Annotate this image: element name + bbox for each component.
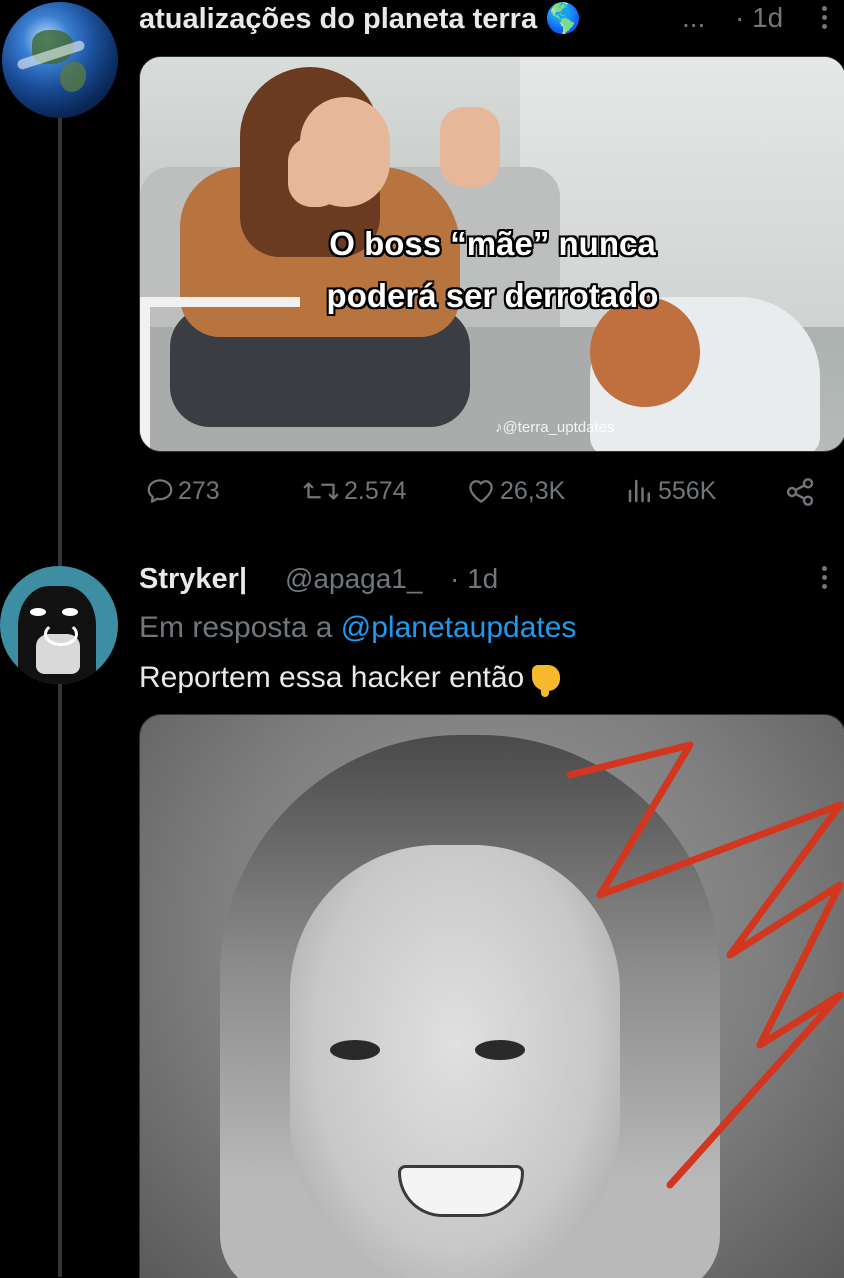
media-side-table	[140, 297, 300, 451]
tweet2-body: Reportem essa hacker então	[139, 661, 525, 694]
repost-count: 2.574	[344, 476, 407, 505]
views-icon	[628, 479, 650, 503]
reply-button[interactable]: 273	[145, 476, 220, 506]
thread-connector-line	[58, 118, 62, 1277]
tweet1-time[interactable]: · 1d	[735, 2, 783, 34]
media-woman-hand	[288, 137, 342, 207]
tweet2-handle[interactable]: @apaga1_	[285, 563, 422, 595]
tweet2-media-image[interactable]	[139, 714, 844, 1278]
tiktok-icon: ♪	[495, 419, 503, 436]
tweet1-truncation: ...	[682, 2, 706, 33]
media-watermark: ♪@terra_uptdates	[495, 419, 614, 436]
share-button[interactable]	[783, 476, 817, 508]
more-icon[interactable]	[822, 566, 828, 593]
tweet2-time[interactable]: · 1d	[450, 563, 498, 595]
avatar-earth-land-2	[60, 62, 86, 92]
repost-icon	[303, 482, 339, 500]
views-button[interactable]: 556K	[625, 476, 716, 506]
like-icon	[469, 480, 493, 503]
more-icon[interactable]	[822, 6, 828, 33]
red-scribble	[566, 741, 844, 1189]
tweet2-author-name[interactable]: Stryker|	[139, 563, 247, 596]
reply-context: Em resposta a @planetaupdates	[139, 611, 576, 645]
avatar-earth[interactable]	[2, 2, 118, 118]
avatar-stryker[interactable]	[0, 566, 118, 684]
avatar-eye	[30, 608, 46, 616]
like-button[interactable]: 26,3K	[465, 476, 565, 506]
meme-caption-line-1: O boss “mãe” nunca	[329, 225, 656, 262]
media-watermark-text: @terra_uptdates	[502, 419, 615, 436]
media-woman-hand-2	[440, 107, 500, 187]
media-eye-2	[475, 1040, 525, 1060]
avatar-spider-emblem	[44, 622, 78, 646]
reply-count: 273	[178, 476, 220, 505]
views-count: 556K	[658, 476, 717, 505]
avatar-eye-2	[62, 608, 78, 616]
reply-to-mention[interactable]: @planetaupdates	[341, 611, 577, 644]
reply-icon	[147, 479, 173, 503]
like-count: 26,3K	[500, 476, 566, 505]
meme-caption-line-2: poderá ser derrotado	[326, 277, 659, 314]
share-icon	[786, 478, 814, 506]
pointing-down-emoji-icon	[532, 665, 561, 697]
repost-button[interactable]: 2.574	[301, 476, 407, 506]
tweet1-media-image[interactable]: O boss “mãe” nunca poderá ser derrotado …	[139, 56, 844, 452]
tweet1-action-bar: 273 2.574 26,3K 556K	[139, 476, 844, 516]
tweet2-text: Reportem essa hacker então	[139, 661, 561, 697]
media-eye	[330, 1040, 380, 1060]
reply-prefix: Em resposta a	[139, 611, 333, 644]
tweet1-author-name[interactable]: atualizações do planeta terra 🌎	[139, 2, 581, 36]
